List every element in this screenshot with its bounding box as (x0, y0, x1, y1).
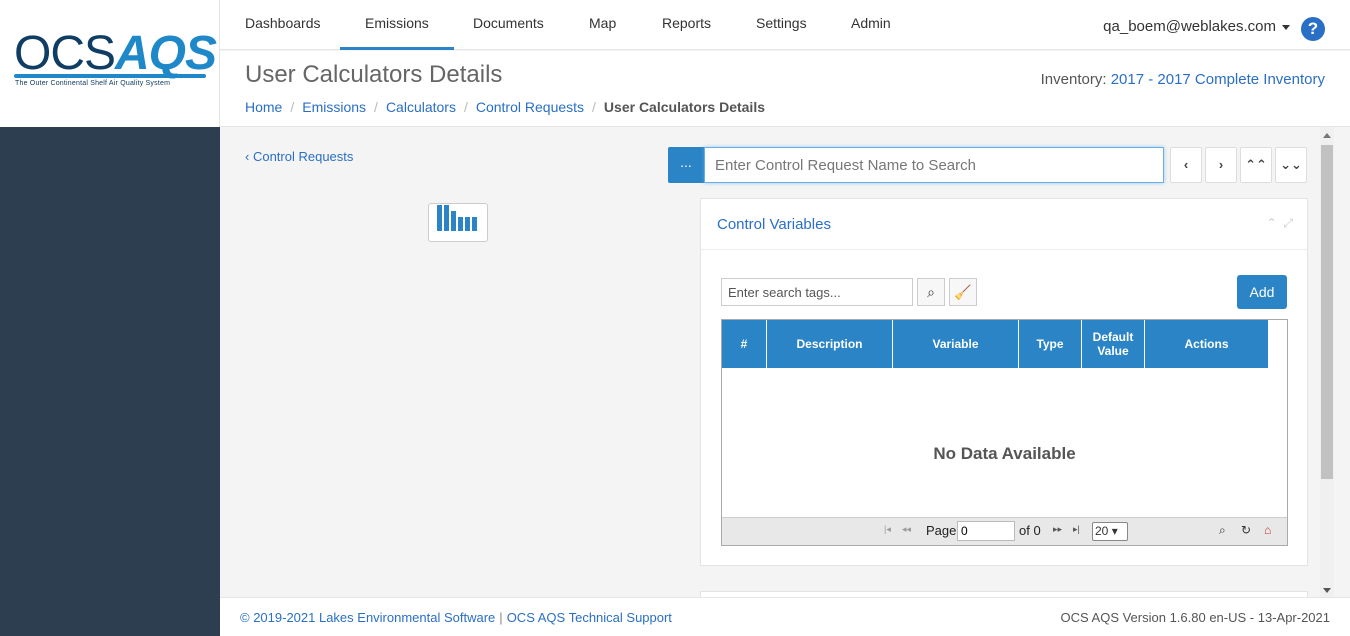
refresh-icon[interactable]: ↻ (1241, 523, 1251, 537)
search-button[interactable]: ⌕ (917, 278, 945, 306)
page-label: Page (926, 523, 957, 538)
page-title: User Calculators Details (245, 61, 503, 88)
user-email: qa_boem@weblakes.com (1103, 18, 1276, 35)
control-variables-panel: Control Variables ⌃ ⤢ ⌕ 🧹 Add # Descript… (700, 198, 1308, 566)
inventory-indicator: Inventory: 2017 - 2017 Complete Inventor… (1041, 71, 1325, 88)
user-menu[interactable]: qa_boem@weblakes.com (1103, 0, 1290, 50)
scroll-up-icon[interactable] (1323, 133, 1331, 138)
sidebar (0, 127, 220, 636)
nav-reports[interactable]: Reports (637, 0, 736, 50)
panel-tools: ⌃ ⤢ (1267, 216, 1293, 231)
chevron-left-icon: ‹ (245, 149, 253, 164)
question-circle-icon[interactable]: ? (1301, 17, 1325, 41)
last-page-icon[interactable]: ▸| (1073, 524, 1080, 535)
panel-title: Control Variables (717, 216, 831, 233)
double-chevron-down-icon: ⌄⌄ (1280, 157, 1302, 172)
tag-search-input[interactable] (721, 278, 913, 306)
footer-links: © 2019-2021 Lakes Environmental Software… (240, 610, 672, 625)
grid-pager: |◂ ◂◂ Page of 0 ▸▸ ▸| 20 ▾ ⌕ ↻ ⌂ (722, 517, 1287, 545)
column-header-variable[interactable]: Variable (893, 320, 1019, 368)
vertical-scrollbar[interactable] (1320, 127, 1334, 597)
chevron-right-icon: › (1218, 157, 1224, 172)
nav-admin[interactable]: Admin (826, 0, 916, 50)
search-options-button[interactable]: ... (668, 147, 704, 183)
logo-tagline: The Outer Continental Shelf Air Quality … (15, 80, 171, 87)
nav-settings[interactable]: Settings (731, 0, 832, 50)
column-header-actions[interactable]: Actions (1145, 320, 1269, 368)
page-header: User Calculators Details Inventory: 2017… (220, 51, 1350, 127)
search-grid-icon[interactable]: ⌕ (1219, 523, 1226, 538)
double-chevron-up-icon: ⌃⌃ (1245, 157, 1267, 172)
logo-ocs-text: OCS (14, 27, 116, 80)
nav-emissions[interactable]: Emissions (340, 0, 454, 50)
back-link-label: Control Requests (252, 149, 354, 164)
grid-header: # Description Variable Type Default Valu… (722, 320, 1269, 368)
logo: OCSAQS (14, 27, 217, 80)
page-number-input[interactable] (957, 521, 1015, 541)
breadcrumb-current: User Calculators Details (603, 99, 765, 115)
breadcrumb-control-requests[interactable]: Control Requests (476, 99, 584, 115)
empty-state-text: No Data Available (933, 444, 1076, 463)
magnifier-icon: ⌕ (927, 284, 935, 300)
column-header-type[interactable]: Type (1019, 320, 1082, 368)
logo-aqs-text: AQS (115, 27, 217, 80)
clear-search-button[interactable]: 🧹 (949, 278, 977, 306)
next-page-icon[interactable]: ▸▸ (1053, 524, 1062, 535)
toggle-tree-button[interactable] (428, 203, 488, 242)
page-size-select[interactable]: 20 ▾ (1092, 522, 1128, 541)
control-request-search: ... (668, 147, 1164, 183)
previous-button[interactable]: ‹ (1170, 147, 1202, 183)
breadcrumb-home[interactable]: Home (245, 99, 282, 115)
footer-divider: | (499, 610, 503, 625)
scroll-down-icon[interactable] (1323, 588, 1331, 593)
version-text: OCS AQS Version 1.6.80 en-US - 13-Apr-20… (1060, 610, 1330, 625)
breadcrumb-separator: / (463, 99, 468, 115)
column-header-description[interactable]: Description (767, 320, 893, 368)
top-nav: Dashboards Emissions Documents Map Repor… (220, 0, 1350, 50)
breadcrumb-separator: / (592, 99, 596, 115)
nav-map[interactable]: Map (564, 0, 641, 50)
breadcrumb-emissions[interactable]: Emissions (302, 99, 366, 115)
caret-down-icon (1282, 24, 1290, 30)
control-request-search-input[interactable] (704, 147, 1164, 183)
page-size-value: 20 (1095, 524, 1109, 538)
page-total: of 0 (1019, 523, 1041, 538)
logo-area[interactable]: OCSAQS The Outer Continental Shelf Air Q… (0, 0, 220, 127)
control-variables-grid: # Description Variable Type Default Valu… (721, 319, 1288, 546)
prev-page-icon[interactable]: ◂◂ (902, 524, 911, 535)
collapse-icon[interactable]: ⌃ (1267, 216, 1277, 230)
nav-dashboards[interactable]: Dashboards (220, 0, 346, 50)
main-content: ‹ Control Requests ... ‹ › ⌃⌃ ⌄⌄ Control… (220, 127, 1320, 597)
first-button[interactable]: ⌃⌃ (1240, 147, 1272, 183)
panel-header: Control Variables ⌃ ⤢ (701, 199, 1307, 250)
back-to-control-requests-link[interactable]: ‹ Control Requests (245, 149, 353, 164)
column-header-number[interactable]: # (722, 320, 767, 368)
inventory-label: Inventory: (1040, 71, 1107, 88)
broom-icon: 🧹 (954, 284, 972, 300)
scroll-thumb[interactable] (1321, 145, 1333, 479)
copyright-link[interactable]: © 2019-2021 Lakes Environmental Software (240, 610, 495, 625)
inventory-link[interactable]: 2017 - 2017 Complete Inventory (1111, 71, 1325, 88)
export-icon[interactable]: ⌂ (1264, 523, 1271, 537)
breadcrumb: Home / Emissions / Calculators / Control Reque… (245, 99, 765, 115)
breadcrumb-separator: / (374, 99, 378, 115)
technical-support-link[interactable]: OCS AQS Technical Support (507, 610, 672, 625)
nav-documents[interactable]: Documents (448, 0, 569, 50)
footer: © 2019-2021 Lakes Environmental Software… (220, 597, 1350, 636)
fullscreen-icon[interactable]: ⤢ (1283, 216, 1293, 230)
column-header-default-value[interactable]: Default Value (1082, 320, 1145, 368)
next-button[interactable]: › (1205, 147, 1237, 183)
last-button[interactable]: ⌄⌄ (1275, 147, 1307, 183)
first-page-icon[interactable]: |◂ (884, 524, 891, 535)
breadcrumb-separator: / (290, 99, 295, 115)
chevron-left-icon: ‹ (1183, 157, 1189, 172)
breadcrumb-calculators[interactable]: Calculators (386, 99, 456, 115)
add-button[interactable]: Add (1237, 275, 1287, 309)
logo-wave-decoration (14, 74, 206, 78)
